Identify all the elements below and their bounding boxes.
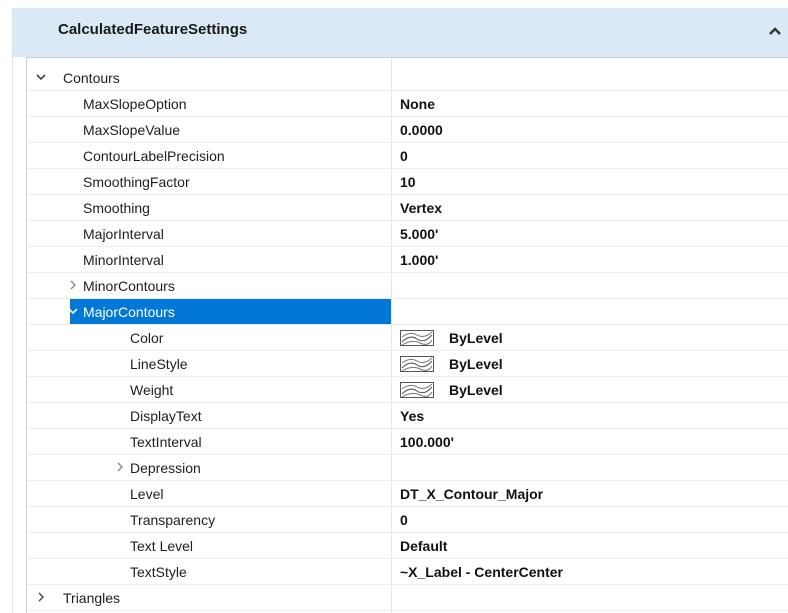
property-name: Weight	[130, 382, 174, 398]
property-value[interactable]: 10	[400, 174, 416, 190]
chevron-down-icon[interactable]	[67, 305, 79, 317]
chevron-right-icon[interactable]	[35, 591, 47, 603]
property-value[interactable]: 100.000'	[400, 434, 454, 450]
property-name: Smoothing	[83, 200, 150, 216]
chevron-right-icon[interactable]	[114, 461, 126, 473]
property-value[interactable]: ByLevel	[449, 330, 503, 346]
bylevel-swatch-icon	[400, 330, 434, 346]
property-value[interactable]: 0	[400, 148, 408, 164]
property-name: TextStyle	[130, 564, 187, 580]
property-name: ContourLabelPrecision	[83, 148, 225, 164]
bylevel-swatch-icon	[400, 356, 434, 372]
property-name: SmoothingFactor	[83, 174, 190, 190]
property-row-minorcontours[interactable]: MinorContours	[27, 273, 788, 299]
property-row-minorinterval[interactable]: MinorInterval 1.000'	[27, 247, 788, 273]
property-name: Contours	[63, 70, 120, 86]
property-row-contourlabelprecision[interactable]: ContourLabelPrecision 0	[27, 143, 788, 169]
property-grid: Contours MaxSlopeOption None MaxSlopeValue 0…	[26, 57, 788, 613]
property-row-depression[interactable]: Depression	[27, 455, 788, 481]
property-value[interactable]: 1.000'	[400, 252, 438, 268]
panel-title: CalculatedFeatureSettings	[58, 21, 248, 38]
property-row-displaytext[interactable]: DisplayText Yes	[27, 403, 788, 429]
property-row-maxslopeoption[interactable]: MaxSlopeOption None	[27, 91, 788, 117]
property-name: DisplayText	[130, 408, 202, 424]
property-name: MinorInterval	[83, 252, 164, 268]
property-name: Depression	[130, 460, 201, 476]
property-name: Text Level	[130, 538, 194, 554]
property-name: MinorContours	[83, 278, 175, 294]
chevron-down-icon[interactable]	[35, 71, 47, 83]
property-row-textinterval[interactable]: TextInterval 100.000'	[27, 429, 788, 455]
property-row-majorinterval[interactable]: MajorInterval 5.000'	[27, 221, 788, 247]
property-row-weight[interactable]: Weight ByLevel	[27, 377, 788, 403]
property-panel: CalculatedFeatureSettings Contours MaxSlo…	[12, 8, 788, 613]
property-value[interactable]: Default	[400, 538, 447, 554]
property-name: LineStyle	[130, 356, 188, 372]
property-row-textstyle[interactable]: TextStyle ~X_Label - CenterCenter	[27, 559, 788, 585]
property-row-color[interactable]: Color ByLevel	[27, 325, 788, 351]
property-name: TextInterval	[130, 434, 202, 450]
property-value[interactable]: DT_X_Contour_Major	[400, 486, 543, 502]
property-row-triangles[interactable]: Triangles	[27, 585, 788, 611]
property-value[interactable]: None	[400, 96, 435, 112]
property-row-transparency[interactable]: Transparency 0	[27, 507, 788, 533]
property-name: Color	[130, 330, 164, 346]
chevron-right-icon[interactable]	[67, 279, 79, 291]
property-value[interactable]: 0.0000	[400, 122, 443, 138]
property-value[interactable]: ByLevel	[449, 382, 503, 398]
property-name: MajorInterval	[83, 226, 164, 242]
property-name: MaxSlopeOption	[83, 96, 187, 112]
property-value[interactable]: Vertex	[400, 200, 442, 216]
property-value[interactable]: ByLevel	[449, 356, 503, 372]
panel-header[interactable]: CalculatedFeatureSettings	[13, 8, 788, 57]
property-value[interactable]: Yes	[400, 408, 424, 424]
property-value[interactable]: ~X_Label - CenterCenter	[400, 564, 563, 580]
property-name: MaxSlopeValue	[83, 122, 181, 138]
property-name: Triangles	[63, 590, 121, 606]
property-row-maxslopevalue[interactable]: MaxSlopeValue 0.0000	[27, 117, 788, 143]
property-row-linestyle[interactable]: LineStyle ByLevel	[27, 351, 788, 377]
property-row-smoothing[interactable]: Smoothing Vertex	[27, 195, 788, 221]
property-row-level[interactable]: Level DT_X_Contour_Major	[27, 481, 788, 507]
property-row-contours[interactable]: Contours	[27, 65, 788, 91]
chevron-up-icon[interactable]	[768, 25, 782, 37]
property-name: MajorContours	[83, 304, 175, 320]
property-row-majorcontours[interactable]: MajorContours	[27, 299, 788, 325]
property-row-smoothingfactor[interactable]: SmoothingFactor 10	[27, 169, 788, 195]
property-name: Level	[130, 486, 164, 502]
property-value[interactable]: 0	[400, 512, 408, 528]
property-value[interactable]: 5.000'	[400, 226, 438, 242]
property-name: Transparency	[130, 512, 216, 528]
bylevel-swatch-icon	[400, 382, 434, 398]
property-row-text-level[interactable]: Text Level Default	[27, 533, 788, 559]
